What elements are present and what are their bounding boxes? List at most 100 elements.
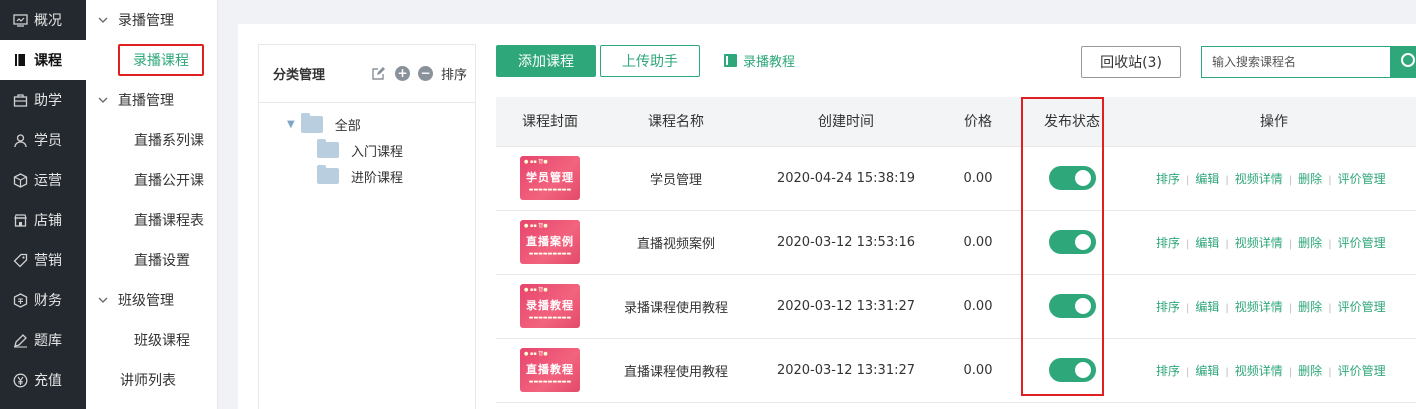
- folder-icon: [300, 112, 323, 133]
- nav-item-students[interactable]: 学员: [0, 120, 86, 160]
- nav-item-overview[interactable]: 概况: [0, 0, 86, 40]
- delete-link[interactable]: 删除: [1298, 172, 1322, 186]
- tree-node-label: 进阶课程: [351, 170, 404, 186]
- remove-category-icon[interactable]: −: [417, 66, 433, 81]
- course-cover-image[interactable]: ● ▪▪ 智● 直播教程 ▬▬▬▬▬▬▬▬▬: [520, 348, 580, 392]
- video-details-link[interactable]: 视频详情: [1235, 236, 1283, 250]
- review-management-link[interactable]: 评价管理: [1338, 172, 1386, 186]
- publish-toggle[interactable]: [1048, 358, 1096, 382]
- delete-link[interactable]: 删除: [1298, 364, 1322, 378]
- finance-icon: [12, 292, 28, 308]
- submenu-item-live-series[interactable]: 直播系列课: [86, 120, 217, 160]
- review-management-link[interactable]: 评价管理: [1338, 364, 1386, 378]
- submenu-item-live-settings[interactable]: 直播设置: [86, 240, 217, 280]
- separator: |: [1328, 174, 1332, 186]
- nav-item-marketing[interactable]: 营销: [0, 240, 86, 280]
- publish-toggle[interactable]: [1048, 166, 1096, 190]
- sort-link[interactable]: 排序: [1156, 236, 1180, 250]
- toggle-knob: [1074, 170, 1091, 186]
- sort-link[interactable]: 排序: [1156, 172, 1180, 186]
- add-course-button[interactable]: 添加课程: [496, 45, 596, 77]
- nav-item-course[interactable]: 课程: [0, 40, 86, 80]
- nav-item-shop[interactable]: 店铺: [0, 200, 86, 240]
- separator: |: [1288, 366, 1293, 378]
- tree-node-all[interactable]: ▼ 全部: [259, 111, 475, 137]
- submenu-item-class-courses[interactable]: 班级课程: [86, 320, 217, 360]
- tree-node-label: 入门课程: [351, 144, 404, 160]
- cover-title: 直播案例: [526, 235, 574, 248]
- column-header-ops: 操作: [1132, 97, 1416, 147]
- video-details-link[interactable]: 视频详情: [1235, 300, 1283, 314]
- table-row: ● ▪▪ 智● 录播教程 ▬▬▬▬▬▬▬▬▬ 录播课程使用教程 2020-03-…: [496, 274, 1416, 339]
- cover-title: 录播教程: [526, 299, 574, 312]
- course-created: 2020-03-12 13:31:27: [748, 338, 944, 403]
- review-management-link[interactable]: 评价管理: [1338, 236, 1386, 250]
- course-name: 录播课程使用教程: [604, 274, 748, 339]
- folder-icon: [317, 165, 339, 184]
- edit-link[interactable]: 编辑: [1195, 236, 1219, 250]
- submenu-group-live[interactable]: 直播管理: [86, 80, 217, 120]
- cover-brand-mark: ● ▪▪ 智●: [524, 223, 548, 229]
- nav-item-label: 运营: [34, 173, 62, 189]
- table-row: ● ▪▪ 智● 直播案例 ▬▬▬▬▬▬▬▬▬ 直播视频案例 2020-03-12…: [496, 210, 1416, 275]
- course-created: 2020-03-12 13:53:16: [748, 210, 944, 275]
- course-cover-image[interactable]: ● ▪▪ 智● 直播案例 ▬▬▬▬▬▬▬▬▬: [520, 220, 580, 264]
- toggle-knob: [1074, 234, 1091, 250]
- edit-link[interactable]: 编辑: [1195, 172, 1219, 186]
- expand-triangle-icon[interactable]: ▼: [287, 119, 295, 130]
- video-details-link[interactable]: 视频详情: [1235, 172, 1283, 186]
- nav-item-question-bank[interactable]: 题库: [0, 320, 86, 360]
- submenu-item-teacher-list[interactable]: 讲师列表: [86, 360, 217, 400]
- publish-toggle[interactable]: [1048, 230, 1096, 254]
- sort-link[interactable]: 排序: [1156, 364, 1180, 378]
- edit-link[interactable]: 编辑: [1195, 364, 1219, 378]
- nav-item-label: 店铺: [34, 213, 62, 229]
- course-search-input[interactable]: [1201, 46, 1391, 78]
- category-sort-button[interactable]: 排序: [441, 64, 467, 83]
- separator: |: [1225, 302, 1229, 314]
- nav-item-recharge[interactable]: 充值: [0, 360, 86, 400]
- submenu-item-live-public[interactable]: 直播公开课: [86, 160, 217, 200]
- video-details-link[interactable]: 视频详情: [1235, 364, 1283, 378]
- delete-link[interactable]: 删除: [1298, 300, 1322, 314]
- tag-icon: [12, 252, 28, 268]
- submenu-item-live-schedule[interactable]: 直播课程表: [86, 200, 217, 240]
- column-header-status: 发布状态: [1012, 97, 1132, 147]
- submenu-group-recorded[interactable]: 录播管理: [86, 0, 217, 40]
- nav-item-finance[interactable]: 财务: [0, 280, 86, 320]
- nav-item-label: 充值: [34, 373, 62, 389]
- review-management-link[interactable]: 评价管理: [1338, 300, 1386, 314]
- recycle-bin-button[interactable]: 回收站(3): [1081, 46, 1181, 78]
- course-cover-image[interactable]: ● ▪▪ 智● 录播教程 ▬▬▬▬▬▬▬▬▬: [520, 284, 580, 328]
- submenu-group-label: 直播管理: [118, 93, 174, 109]
- separator: |: [1288, 238, 1293, 250]
- category-panel: 分类管理 + − 排序 ▼ 全部 入门课程 进阶课程: [258, 44, 476, 409]
- edit-link[interactable]: 编辑: [1195, 300, 1219, 314]
- separator: |: [1186, 238, 1190, 250]
- nav-item-operations[interactable]: 运营: [0, 160, 86, 200]
- course-cover-image[interactable]: ● ▪▪ 智● 学员管理 ▬▬▬▬▬▬▬▬▬: [520, 156, 580, 200]
- upload-helper-button[interactable]: 上传助手: [600, 45, 700, 77]
- box-icon: [12, 172, 28, 188]
- nav-item-study-aid[interactable]: 助学: [0, 80, 86, 120]
- edit-icon[interactable]: [371, 66, 387, 82]
- sort-link[interactable]: 排序: [1156, 300, 1180, 314]
- cover-subtitle-decoration: ▬▬▬▬▬▬▬▬▬: [528, 315, 572, 321]
- separator: |: [1186, 302, 1190, 314]
- submenu-item-label: 班级课程: [134, 333, 190, 349]
- publish-toggle[interactable]: [1048, 294, 1096, 318]
- course-price: 0.00: [944, 274, 1012, 339]
- nav-item-label: 学员: [34, 133, 62, 149]
- recorded-tutorial-link[interactable]: 录播教程: [724, 51, 795, 70]
- nav-item-label: 助学: [34, 93, 62, 109]
- separator: |: [1328, 238, 1332, 250]
- submenu-item-recorded-courses[interactable]: 录播课程: [86, 40, 217, 80]
- submenu-group-class[interactable]: 班级管理: [86, 280, 217, 320]
- delete-link[interactable]: 删除: [1298, 236, 1322, 250]
- add-category-icon[interactable]: +: [394, 66, 410, 81]
- tree-node-intro[interactable]: 入门课程: [259, 137, 475, 163]
- search-button[interactable]: [1390, 46, 1416, 78]
- tree-node-advanced[interactable]: 进阶课程: [259, 163, 475, 189]
- shop-icon: [12, 212, 28, 228]
- separator: |: [1328, 302, 1332, 314]
